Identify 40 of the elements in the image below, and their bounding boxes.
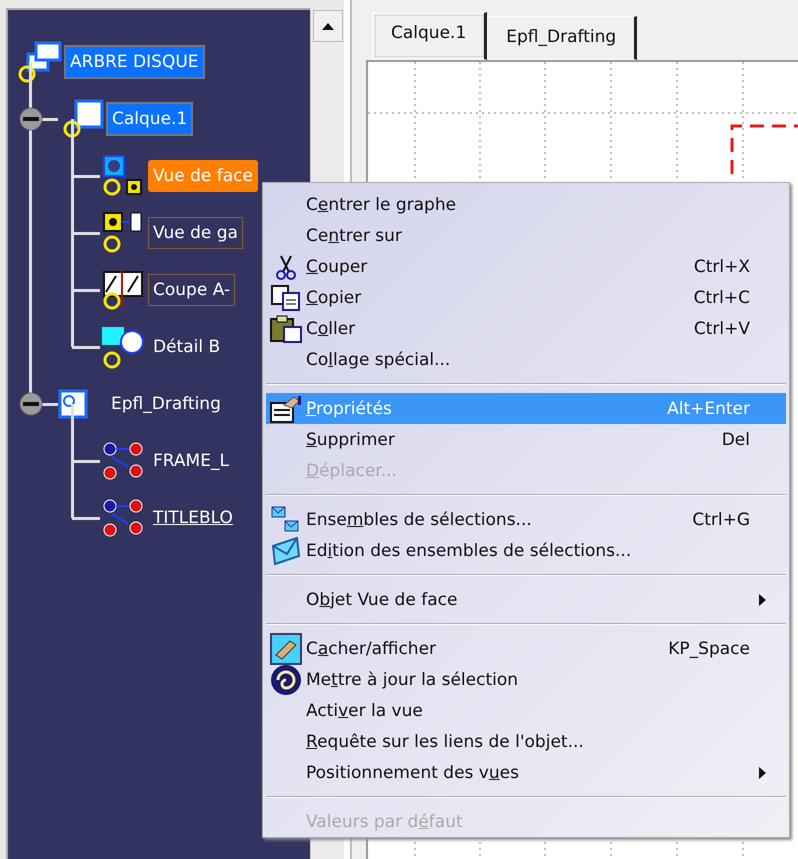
menu-item[interactable]: Activer la vue (266, 695, 786, 726)
menu-item[interactable]: Mettre à jour la sélection (266, 664, 786, 695)
menu-item[interactable]: Collage spécial... (266, 344, 786, 375)
properties-icon (270, 394, 302, 422)
menu-item[interactable]: Coller Ctrl+V (266, 313, 786, 344)
menu-item[interactable]: Couper Ctrl+X (266, 251, 786, 282)
tab[interactable]: Epfl_Drafting (487, 16, 638, 60)
scroll-up-button[interactable] (313, 10, 343, 42)
tab[interactable]: Calque.1 (372, 12, 488, 60)
menu-item[interactable]: Centrer sur (266, 220, 786, 251)
hide-show-icon (270, 632, 302, 664)
envelopes-icon (271, 504, 301, 534)
section-view-icon (100, 268, 146, 312)
menu-item[interactable]: Centrer le graphe (266, 189, 786, 220)
documents-icon (16, 40, 62, 84)
menu-item[interactable]: Objet Vue de face (266, 584, 786, 615)
menu-item[interactable]: Ensembles de sélections... Ctrl+G (266, 504, 786, 535)
collapse-button[interactable] (19, 392, 43, 416)
menu-item[interactable]: Copier Ctrl+C (266, 282, 786, 313)
tree-node[interactable]: FRAME_L (148, 444, 234, 476)
menu-item[interactable]: Supprimer Del (266, 424, 786, 455)
menu-item[interactable]: Positionnement des vues (266, 757, 786, 788)
copy-icon (271, 284, 301, 310)
sheet-icon (58, 388, 88, 418)
tree-node[interactable]: Vue de ga (148, 216, 243, 248)
collapse-button[interactable] (19, 106, 43, 130)
menu-item[interactable]: Edition des ensembles de sélections... (266, 535, 786, 566)
menu-item[interactable]: Requête sur les liens de l'objet... (266, 726, 786, 757)
update-icon (270, 664, 302, 696)
tree-node[interactable]: Coupe A- (148, 274, 236, 306)
clipboard-icon (270, 314, 302, 342)
tree-node[interactable]: TITLEBLO (148, 502, 238, 534)
envelope-icon (271, 536, 301, 566)
menu-item[interactable]: Cacher/afficher KP_Space (266, 633, 786, 664)
tree-node[interactable]: Calque.1 (106, 102, 194, 136)
tree-node[interactable]: Détail B (148, 330, 226, 362)
tree-node[interactable]: Epfl_Drafting (106, 388, 226, 420)
detail-view-icon (100, 324, 146, 368)
scissors-icon (275, 254, 297, 280)
tree-node[interactable]: ARBRE DISQUE (64, 45, 205, 79)
